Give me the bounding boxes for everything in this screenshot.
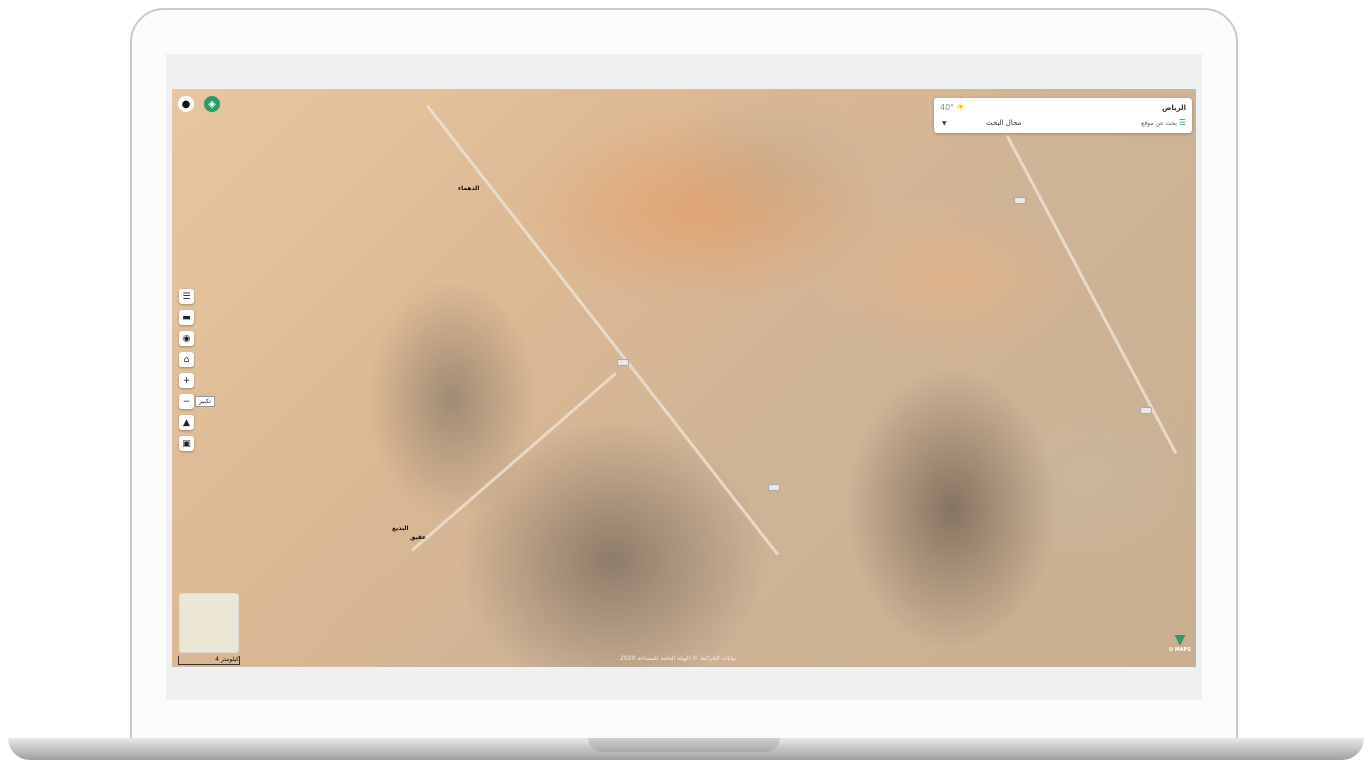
road-shield: [1014, 197, 1026, 204]
top-left-controls: ● ◈: [178, 96, 220, 112]
road: [1005, 134, 1178, 455]
user-icon[interactable]: ●: [178, 96, 194, 112]
globe-icon[interactable]: ◈: [204, 96, 220, 112]
place-label: الدهماء: [458, 185, 480, 192]
logo-text: U MAPS: [1169, 647, 1191, 653]
compass-icon[interactable]: ▲: [179, 415, 194, 430]
sun-icon: ☀: [956, 102, 965, 113]
home-icon[interactable]: ⌂: [179, 352, 194, 367]
city-label: الرياض: [1161, 104, 1186, 112]
road: [411, 372, 617, 552]
road-shield: [768, 484, 780, 491]
minimap[interactable]: [179, 593, 239, 653]
road: [425, 104, 780, 556]
satellite-map[interactable]: الدهماء البديع عقيق: [172, 89, 1196, 667]
locate-icon[interactable]: ◉: [179, 331, 194, 346]
search-area-dropdown[interactable]: مجال البحث: [986, 119, 1021, 127]
search-panel: 40° ☀ الرياض بحث عن موقع ☰ مجال البحث ▼: [934, 98, 1192, 133]
search-input[interactable]: بحث عن موقع ☰: [1141, 118, 1186, 127]
road-shield: [1140, 407, 1152, 414]
zoom-in-button[interactable]: +: [179, 373, 194, 388]
layers-icon[interactable]: ☰: [179, 289, 194, 304]
pin-icon: ▼: [1174, 632, 1186, 648]
temperature-label: 40°: [940, 103, 955, 112]
menu-icon[interactable]: ☰: [1179, 118, 1186, 127]
zoom-out-button[interactable]: −: [179, 394, 194, 409]
scale-bar: 4 كيلومتر: [178, 656, 240, 665]
zoom-tooltip: تكبير: [195, 396, 215, 407]
brand-logo: ▼ U MAPS: [1168, 633, 1192, 653]
chevron-down-icon[interactable]: ▼: [942, 120, 947, 127]
ruler-icon[interactable]: ▬: [179, 310, 194, 325]
place-label: عقيق: [410, 534, 427, 541]
laptop-notch: [588, 738, 780, 752]
search-placeholder: بحث عن موقع: [1141, 120, 1177, 127]
map-attribution: بيانات الخرائط © الهيئة العامة للمساحة 2…: [620, 655, 737, 662]
map-toolbar: ☰ ▬ ◉ ⌂ + − ▲ ▣: [179, 289, 197, 457]
place-label: البديع: [392, 525, 409, 532]
road-shield: [617, 359, 629, 366]
trash-icon[interactable]: ▣: [179, 436, 194, 451]
